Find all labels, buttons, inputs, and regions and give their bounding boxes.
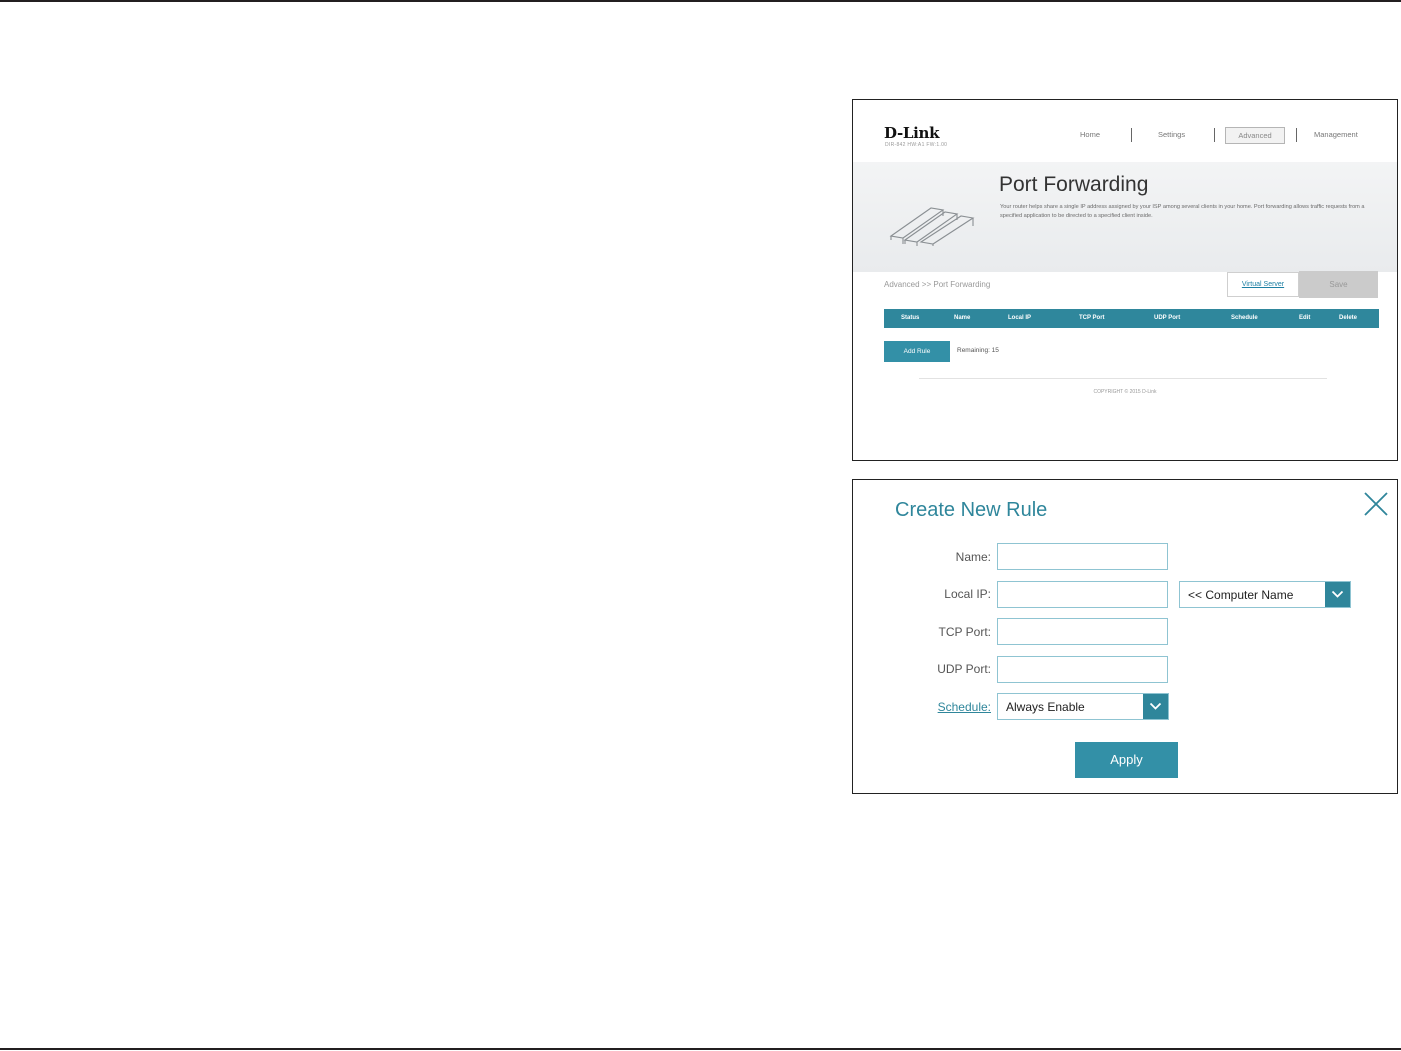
udp-port-label: UDP Port: — [937, 662, 991, 676]
page-title: Port Forwarding — [999, 173, 1149, 196]
nav-divider — [1296, 128, 1297, 142]
port-forwarding-illustration-icon — [889, 207, 975, 246]
column-header-delete: Delete — [1339, 315, 1358, 321]
nav-advanced[interactable]: Advanced — [1225, 127, 1285, 144]
schedule-dropdown-button[interactable] — [1143, 694, 1168, 719]
port-forwarding-screenshot: D-Link DIR-842 HW:A1 FW:1.00 Home Settin… — [852, 99, 1398, 461]
computer-name-select[interactable]: << Computer Name — [1179, 581, 1351, 608]
name-input[interactable] — [997, 543, 1168, 570]
dlink-logo: D-Link — [884, 124, 940, 142]
page-top-rule — [0, 0, 1401, 2]
copyright: COPYRIGHT © 2015 D-Link — [1093, 389, 1157, 395]
add-rule-button[interactable]: Add Rule — [884, 341, 950, 362]
remaining-count: Remaining: 15 — [957, 347, 999, 354]
close-icon[interactable] — [1364, 492, 1388, 516]
dialog-title: Create New Rule — [895, 499, 1048, 521]
nav-home[interactable]: Home — [1080, 130, 1100, 139]
column-header-name: Name — [954, 315, 971, 321]
breadcrumb: Advanced >> Port Forwarding — [884, 280, 991, 289]
nav-settings[interactable]: Settings — [1158, 130, 1185, 139]
virtual-server-link[interactable]: Virtual Server — [1227, 272, 1299, 297]
local-ip-label: Local IP: — [944, 587, 991, 601]
page-description: Your router helps share a single IP addr… — [1000, 204, 1365, 219]
schedule-select-value: Always Enable — [1006, 700, 1085, 714]
nav-management[interactable]: Management — [1314, 130, 1358, 139]
chevron-down-icon — [1331, 590, 1344, 598]
schedule-select[interactable]: Always Enable — [997, 693, 1169, 720]
apply-button[interactable]: Apply — [1075, 742, 1178, 778]
create-new-rule-dialog: Create New Rule Name: Local IP: << Compu… — [852, 479, 1398, 794]
chevron-down-icon — [1149, 702, 1162, 710]
page-header-banner: Port Forwarding Your router helps share … — [853, 162, 1397, 272]
tcp-port-input[interactable] — [997, 618, 1168, 645]
footer-divider — [919, 378, 1327, 379]
top-navigation-bar: D-Link DIR-842 HW:A1 FW:1.00 Home Settin… — [853, 100, 1397, 162]
nav-divider — [1131, 128, 1132, 142]
udp-port-input[interactable] — [997, 656, 1168, 683]
nav-divider — [1214, 128, 1215, 142]
name-label: Name: — [955, 550, 991, 564]
column-header-edit: Edit — [1299, 315, 1311, 321]
column-header-udp-port: UDP Port — [1154, 315, 1181, 321]
tcp-port-label: TCP Port: — [938, 625, 991, 639]
save-button[interactable]: Save — [1299, 271, 1378, 298]
computer-name-select-value: << Computer Name — [1188, 588, 1294, 602]
column-header-schedule: Schedule — [1231, 315, 1258, 321]
column-header-local-ip: Local IP — [1008, 315, 1032, 321]
page-bottom-rule — [0, 1048, 1401, 1050]
column-header-tcp-port: TCP Port — [1079, 315, 1105, 321]
column-header-status: Status — [901, 315, 920, 321]
device-info: DIR-842 HW:A1 FW:1.00 — [885, 142, 948, 148]
rules-table-header: Status Name Local IP TCP Port UDP Port S… — [884, 309, 1379, 328]
manual-page: D-Link DIR-842 HW:A1 FW:1.00 Home Settin… — [0, 0, 1401, 1051]
computer-name-dropdown-button[interactable] — [1325, 582, 1350, 607]
schedule-link[interactable]: Schedule: — [881, 700, 991, 714]
local-ip-input[interactable] — [997, 581, 1168, 608]
